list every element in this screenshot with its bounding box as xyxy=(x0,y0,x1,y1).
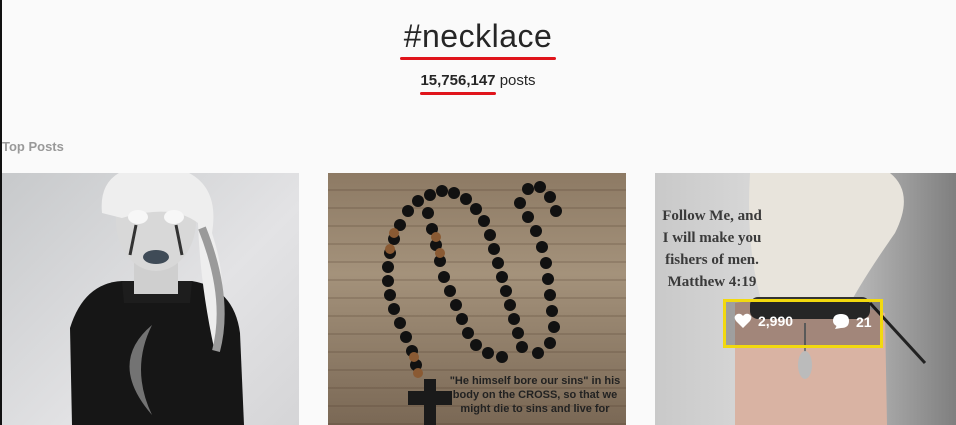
comments-stat: 21 xyxy=(832,313,872,330)
post-count: 15,756,147 posts xyxy=(0,72,956,95)
title-underline xyxy=(399,57,557,60)
count-underline xyxy=(420,92,496,95)
post-1-image xyxy=(70,173,244,425)
hashtag-header: #necklace xyxy=(0,18,956,60)
post-3-verse: Follow Me, and I will make you fishers o… xyxy=(662,208,762,290)
likes-count: 2,990 xyxy=(758,313,794,329)
post-2-caption: "He himself bore our sins" in his body o… xyxy=(449,375,621,415)
heart-icon xyxy=(734,313,752,328)
post-count-value: 15,756,147 xyxy=(420,72,496,89)
hashtag-title-text: #necklace xyxy=(403,18,553,54)
comment-bubble-icon xyxy=(833,314,849,329)
likes-stat: 2,990 xyxy=(734,313,793,329)
hashtag-title: #necklace xyxy=(399,18,557,60)
post-thumbnail-1[interactable] xyxy=(2,173,299,425)
post-count-number: 15,756,147 xyxy=(420,72,496,95)
post-count-suffix: posts xyxy=(499,72,536,89)
top-posts-label: Top Posts xyxy=(2,139,64,154)
comments-count: 21 xyxy=(856,313,872,330)
